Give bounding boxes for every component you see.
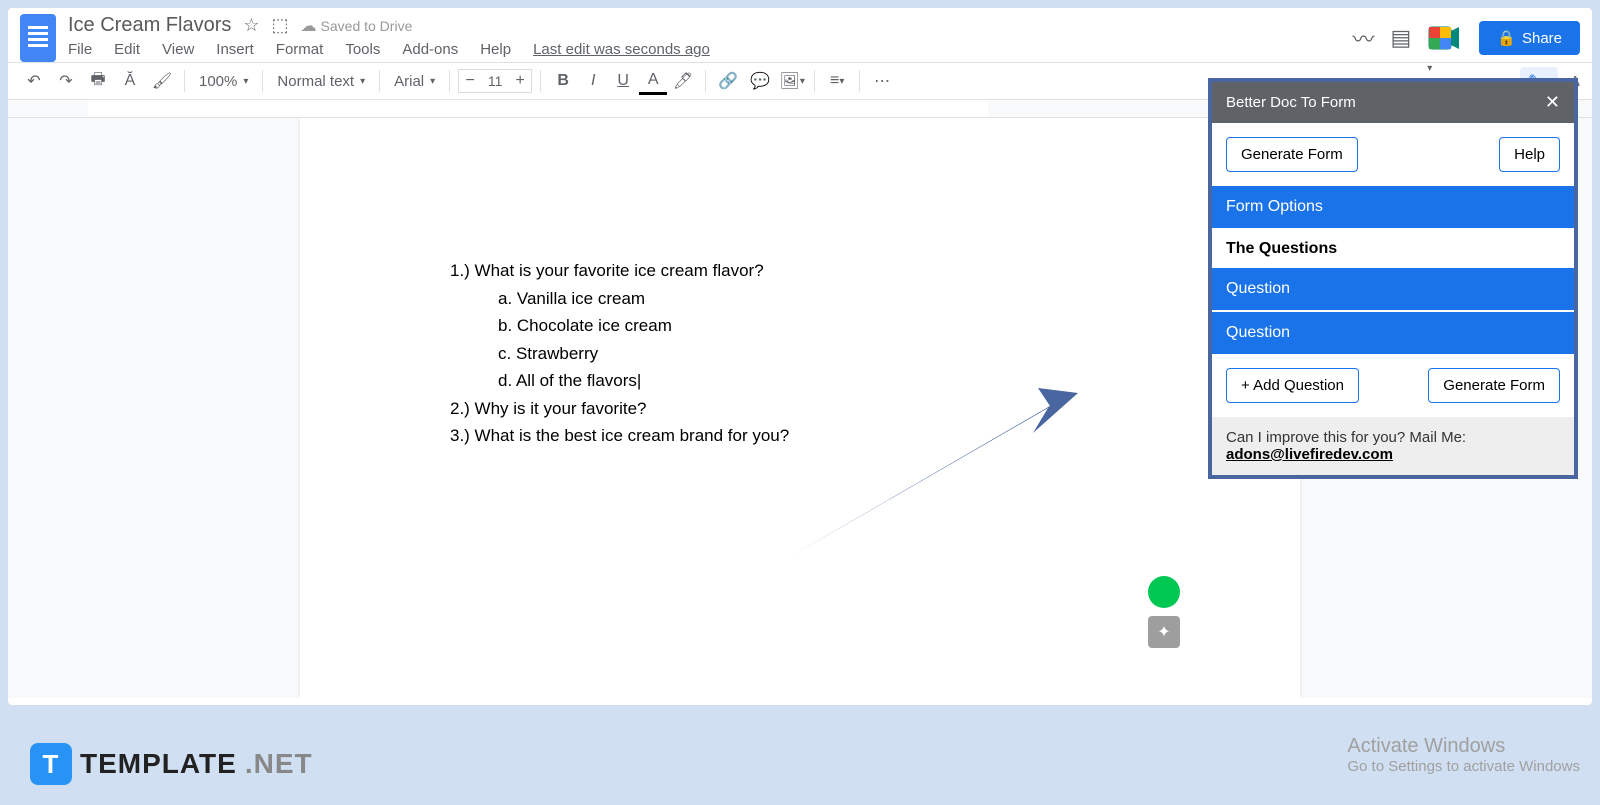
help-button[interactable]: Help <box>1499 137 1560 172</box>
document-page[interactable]: 1.) What is your favorite ice cream flav… <box>300 118 1300 698</box>
menu-file[interactable]: File <box>68 41 92 58</box>
menu-format[interactable]: Format <box>276 41 324 58</box>
undo-icon[interactable]: ↶ <box>20 67 48 95</box>
option-1b: b. Chocolate ice cream <box>450 313 1150 339</box>
option-1d: d. All of the flavors <box>450 368 1150 394</box>
separator <box>540 70 541 92</box>
menu-help[interactable]: Help <box>480 41 511 58</box>
comments-icon[interactable]: ▤ <box>1390 25 1411 51</box>
generate-form-button[interactable]: Generate Form <box>1226 137 1358 172</box>
activate-windows-overlay: Activate Windows Go to Settings to activ… <box>1347 735 1580 775</box>
text-color-icon[interactable]: A <box>639 67 667 95</box>
header: Ice Cream Flavors ☆ ⬚ ☁Saved to Drive Fi… <box>8 8 1592 62</box>
separator <box>184 70 185 92</box>
align-icon[interactable]: ≡▾ <box>823 67 851 95</box>
activity-icon[interactable]: 〰 <box>1352 22 1374 54</box>
last-edit-link[interactable]: Last edit was seconds ago <box>533 41 710 58</box>
close-icon[interactable]: ✕ <box>1545 92 1560 113</box>
the-questions-label: The Questions <box>1226 230 1560 268</box>
zoom-select[interactable]: 100%▾ <box>193 71 254 92</box>
template-logo-icon: T <box>30 743 72 785</box>
comment-icon[interactable]: 💬 <box>746 67 774 95</box>
link-icon[interactable]: 🔗 <box>714 67 742 95</box>
separator <box>705 70 706 92</box>
document-title[interactable]: Ice Cream Flavors <box>68 14 231 37</box>
generate-form-button-2[interactable]: Generate Form <box>1428 368 1560 403</box>
cloud-icon: ☁ <box>301 16 317 36</box>
form-options-section[interactable]: Form Options <box>1212 186 1574 228</box>
more-icon[interactable]: ⋯ <box>868 67 896 95</box>
panel-header: Better Doc To Form ✕ <box>1212 82 1574 123</box>
menu-tools[interactable]: Tools <box>345 41 380 58</box>
question-section-2[interactable]: Question <box>1212 312 1574 354</box>
question-3: 3.) What is the best ice cream brand for… <box>450 423 1150 449</box>
header-right: 〰 ▤ ▾ 🔒Share <box>1352 21 1580 55</box>
menu-insert[interactable]: Insert <box>216 41 254 58</box>
font-select[interactable]: Arial▾ <box>388 71 441 92</box>
option-1a: a. Vanilla ice cream <box>450 286 1150 312</box>
meet-icon[interactable]: ▾ <box>1427 23 1463 53</box>
explore-button[interactable]: ✦ <box>1148 616 1180 648</box>
panel-footer: Can I improve this for you? Mail Me: ado… <box>1212 417 1574 475</box>
underline-icon[interactable]: U <box>609 67 637 95</box>
template-net-watermark: T TEMPLATE.NET <box>30 743 313 785</box>
bold-icon[interactable]: B <box>549 67 577 95</box>
menu-view[interactable]: View <box>162 41 194 58</box>
separator <box>859 70 860 92</box>
contact-email-link[interactable]: adons@livefiredev.com <box>1226 446 1393 463</box>
lock-icon: 🔒 <box>1497 29 1516 47</box>
font-size-control: − 11 + <box>458 69 532 93</box>
saved-status: ☁Saved to Drive <box>301 16 413 36</box>
question-2: 2.) Why is it your favorite? <box>450 396 1150 422</box>
decrease-font-button[interactable]: − <box>459 70 481 92</box>
separator <box>262 70 263 92</box>
chat-icon[interactable] <box>1148 576 1180 608</box>
docs-icon[interactable] <box>20 14 56 62</box>
question-1: 1.) What is your favorite ice cream flav… <box>450 258 1150 284</box>
addon-sidebar-panel: Better Doc To Form ✕ Generate Form Help … <box>1208 78 1578 479</box>
menu-addons[interactable]: Add-ons <box>402 41 458 58</box>
image-icon[interactable]: 🖼▾ <box>778 67 806 95</box>
star-icon[interactable]: ☆ <box>243 15 259 36</box>
italic-icon[interactable]: I <box>579 67 607 95</box>
title-area: Ice Cream Flavors ☆ ⬚ ☁Saved to Drive Fi… <box>68 14 1352 62</box>
move-icon[interactable]: ⬚ <box>272 15 289 36</box>
paint-format-icon[interactable]: 🖌 <box>148 67 176 95</box>
separator <box>379 70 380 92</box>
question-section-1[interactable]: Question <box>1212 268 1574 310</box>
print-icon[interactable]: 🖶 <box>84 67 112 95</box>
redo-icon[interactable]: ↷ <box>52 67 80 95</box>
font-size-value[interactable]: 11 <box>481 73 509 89</box>
menu-edit[interactable]: Edit <box>114 41 140 58</box>
separator <box>814 70 815 92</box>
spellcheck-icon[interactable]: Ă <box>116 67 144 95</box>
panel-title: Better Doc To Form <box>1226 94 1356 111</box>
highlight-icon[interactable]: 🖊 <box>669 67 697 95</box>
add-question-button[interactable]: + Add Question <box>1226 368 1359 403</box>
menu-bar: File Edit View Insert Format Tools Add-o… <box>68 37 1352 62</box>
share-button[interactable]: 🔒Share <box>1479 21 1580 55</box>
increase-font-button[interactable]: + <box>509 70 531 92</box>
style-select[interactable]: Normal text▾ <box>271 71 371 92</box>
option-1c: c. Strawberry <box>450 341 1150 367</box>
app-window: Ice Cream Flavors ☆ ⬚ ☁Saved to Drive Fi… <box>8 8 1592 705</box>
separator <box>449 70 450 92</box>
